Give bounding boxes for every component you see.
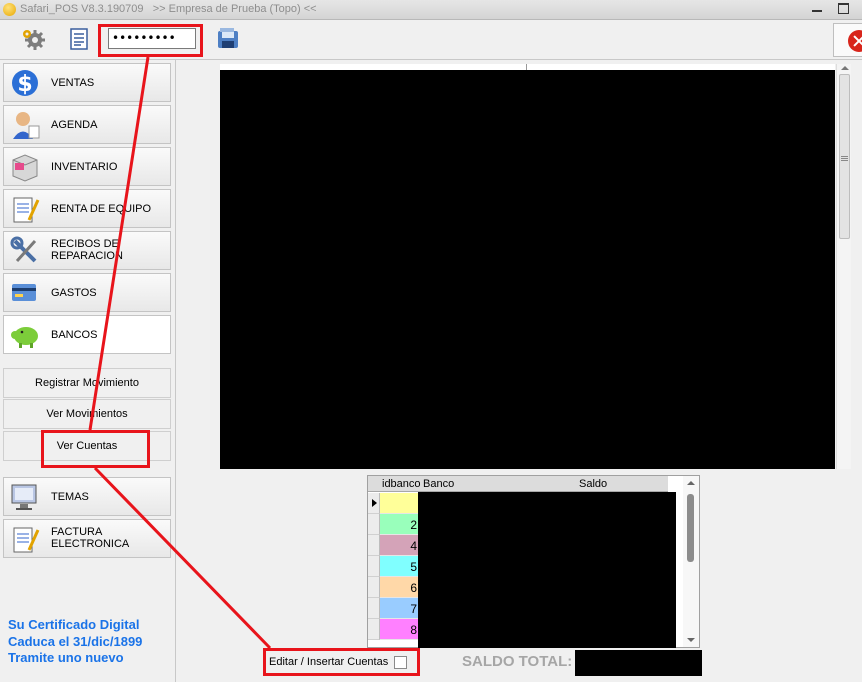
nav-bancos[interactable]: BANCOS xyxy=(3,315,171,354)
nav-renta-equipo[interactable]: RENTA DE EQUIPO xyxy=(3,189,171,228)
svg-text:$: $ xyxy=(17,72,32,97)
save-icon[interactable] xyxy=(215,26,241,52)
toolbar: ••••••••• xyxy=(0,20,862,60)
movements-scrollbar[interactable] xyxy=(836,64,851,469)
scroll-up-icon[interactable] xyxy=(687,481,695,485)
row-header[interactable] xyxy=(368,535,380,556)
nav-temas[interactable]: TEMAS xyxy=(3,477,171,516)
accounts-grid[interactable]: idbanco Banco Saldo 245678 xyxy=(367,475,700,648)
nav-label: RENTA DE EQUIPO xyxy=(51,203,152,215)
app-icon xyxy=(3,3,16,16)
id-cell[interactable]: 2 xyxy=(380,514,418,535)
document-icon[interactable] xyxy=(66,26,92,52)
nav-label: TEMAS xyxy=(51,491,89,503)
close-app-button[interactable] xyxy=(833,23,862,57)
close-app-icon xyxy=(848,30,862,52)
nav-label: FACTURA ELECTRONICA xyxy=(51,526,130,550)
movements-panel xyxy=(220,64,835,469)
saldo-total-value xyxy=(575,650,702,676)
nav-ventas[interactable]: $ VENTAS xyxy=(3,63,171,102)
id-cell[interactable]: 8 xyxy=(380,619,418,640)
id-cell[interactable]: 5 xyxy=(380,556,418,577)
invoice-icon xyxy=(13,527,40,553)
current-row-icon xyxy=(372,499,377,507)
id-cell[interactable]: 7 xyxy=(380,598,418,619)
credit-card-icon xyxy=(12,284,36,301)
nav-label: BANCOS xyxy=(51,329,98,341)
company-name: >> Empresa de Prueba (Topo) << xyxy=(152,3,317,15)
title-bar: Safari_POS V8.3.190709 >> Empresa de Pru… xyxy=(0,0,862,20)
edit-accounts-label: Editar / Insertar Cuentas xyxy=(269,656,389,668)
column-header[interactable]: Banco xyxy=(423,478,454,490)
box-icon xyxy=(12,154,38,182)
column-header[interactable]: Saldo xyxy=(579,478,607,490)
certificate-notice: Su Certificado Digital Caduca el 31/dic/… xyxy=(8,617,142,667)
row-header[interactable] xyxy=(368,577,380,598)
money-icon: $ xyxy=(12,70,38,97)
movements-header xyxy=(220,64,835,70)
wrench-icon xyxy=(10,236,37,263)
sub-registrar-movimiento[interactable]: Registrar Movimiento xyxy=(3,368,171,398)
nav-label: VENTAS xyxy=(51,77,95,89)
scroll-up-icon[interactable] xyxy=(841,66,849,70)
nav-label: AGENDA xyxy=(51,119,98,131)
nav-factura-electronica[interactable]: FACTURA ELECTRONICA xyxy=(3,519,171,558)
row-header[interactable] xyxy=(368,493,380,514)
nav-label: INVENTARIO xyxy=(51,161,118,173)
row-header[interactable] xyxy=(368,556,380,577)
certificate-line: Tramite uno nuevo xyxy=(8,650,124,665)
nav-inventario[interactable]: INVENTARIO xyxy=(3,147,171,186)
id-cell[interactable] xyxy=(380,493,418,514)
row-header[interactable] xyxy=(368,598,380,619)
edit-accounts-checkbox[interactable] xyxy=(394,656,407,669)
certificate-line: Su Certificado Digital xyxy=(8,617,140,632)
grip-icon xyxy=(841,156,848,157)
gear-icon[interactable] xyxy=(20,26,46,52)
password-field[interactable]: ••••••••• xyxy=(108,28,196,49)
row-header[interactable] xyxy=(368,619,380,640)
nav-agenda[interactable]: AGENDA xyxy=(3,105,171,144)
nav-label: GASTOS xyxy=(51,287,97,299)
scroll-thumb[interactable] xyxy=(687,494,694,562)
maximize-button[interactable] xyxy=(830,0,856,18)
piggy-bank-icon xyxy=(11,327,38,348)
scroll-down-icon[interactable] xyxy=(687,638,695,642)
sidebar: $ VENTAS AGENDA INVENTARIO RENTA DE EQUI… xyxy=(0,60,176,682)
nav-label: RECIBOS DE REPARACION xyxy=(51,238,123,262)
saldo-total-label: SALDO TOTAL: xyxy=(462,653,573,670)
nav-gastos[interactable]: GASTOS xyxy=(3,273,171,312)
column-header[interactable]: idbanco xyxy=(382,478,421,490)
app-name: Safari_POS V8.3.190709 xyxy=(20,3,144,15)
clipboard-icon xyxy=(13,197,40,223)
grid-header: idbanco Banco Saldo xyxy=(368,476,668,492)
window-title: Safari_POS V8.3.190709 >> Empresa de Pru… xyxy=(20,3,317,15)
sub-ver-movimientos[interactable]: Ver Movimientos xyxy=(3,399,171,429)
grid-scrollbar[interactable] xyxy=(683,476,699,647)
nav-recibos-reparacion[interactable]: RECIBOS DE REPARACION xyxy=(3,231,171,270)
sub-ver-cuentas[interactable]: Ver Cuentas xyxy=(3,431,171,461)
redacted-cells xyxy=(418,492,676,648)
id-cell[interactable]: 4 xyxy=(380,535,418,556)
monitor-icon xyxy=(11,484,37,510)
row-header[interactable] xyxy=(368,514,380,535)
certificate-line: Caduca el 31/dic/1899 xyxy=(8,633,143,649)
person-icon xyxy=(13,112,40,139)
minimize-button[interactable] xyxy=(806,0,828,18)
id-cell[interactable]: 6 xyxy=(380,577,418,598)
